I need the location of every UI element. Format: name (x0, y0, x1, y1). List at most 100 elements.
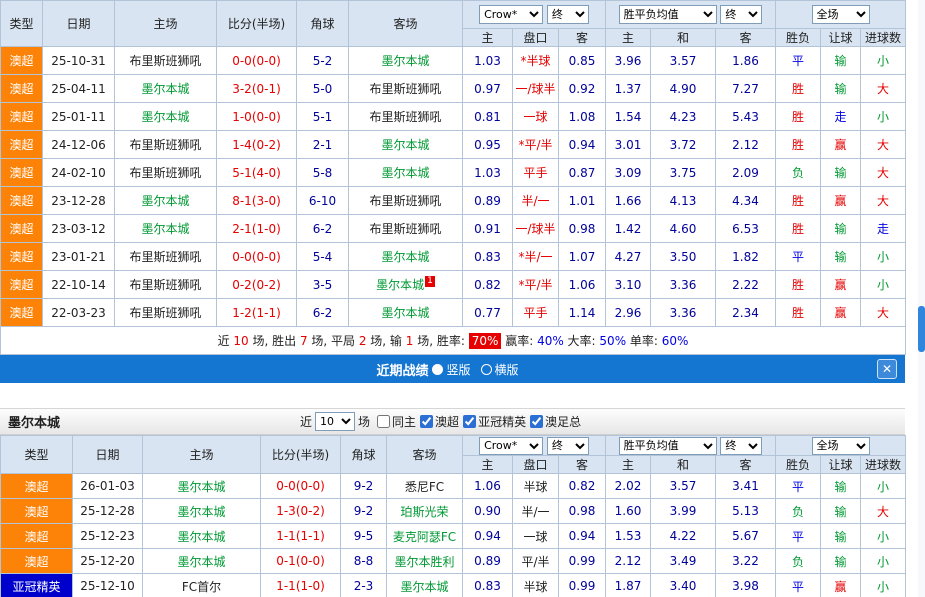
bookmaker-select[interactable]: Crow* (479, 437, 543, 455)
handicap-cell: 一/球半 (513, 75, 559, 103)
filter-checkbox[interactable] (463, 415, 476, 428)
league-badge[interactable]: 澳超 (1, 549, 73, 574)
away-team-link[interactable]: 麦克阿瑟FC (387, 524, 463, 549)
result-goals: 大 (861, 499, 906, 524)
league-badge[interactable]: 澳超 (1, 75, 43, 103)
league-badge[interactable]: 澳超 (1, 187, 43, 215)
filter-option[interactable]: 澳足总 (530, 413, 581, 430)
home-team-link[interactable]: 墨尔本城 (143, 474, 261, 499)
home-team-link[interactable]: 布里斯班狮吼 (115, 131, 217, 159)
scope-select[interactable]: 全场 (812, 437, 870, 455)
league-badge[interactable]: 澳超 (1, 159, 43, 187)
avg-odds-select[interactable]: 胜平负均值 (619, 5, 717, 24)
league-badge[interactable]: 澳超 (1, 215, 43, 243)
home-team-link[interactable]: 布里斯班狮吼 (115, 243, 217, 271)
home-team-link[interactable]: 布里斯班狮吼 (115, 271, 217, 299)
league-badge[interactable]: 亚冠精英 (1, 574, 73, 597)
filter-label: 澳足总 (545, 413, 581, 430)
away-team-link[interactable]: 布里斯班狮吼 (349, 215, 463, 243)
result-goals: 小 (861, 549, 906, 574)
close-icon[interactable]: ✕ (877, 359, 897, 379)
away-team-link[interactable]: 墨尔本城1 (349, 271, 463, 299)
league-badge[interactable]: 澳超 (1, 243, 43, 271)
result-goals: 小 (861, 271, 906, 299)
score-cell: 5-1(4-0) (217, 159, 297, 187)
asian-odds-group: Crow* 终 (463, 1, 606, 29)
away-team-link[interactable]: 珀斯光荣 (387, 499, 463, 524)
col-header-score: 比分(半场) (261, 436, 341, 474)
euro-draw-odds: 4.13 (651, 187, 716, 215)
filter-option[interactable]: 澳超 (420, 413, 459, 430)
filter-label: 亚冠精英 (478, 413, 526, 430)
home-team-link[interactable]: FC首尔 (143, 574, 261, 597)
result-wdl: 胜 (776, 131, 821, 159)
filter-checkbox[interactable] (377, 415, 390, 428)
away-team-link[interactable]: 墨尔本城 (349, 131, 463, 159)
corners-cell: 6-2 (297, 299, 349, 327)
home-team-link[interactable]: 布里斯班狮吼 (115, 299, 217, 327)
away-team-link[interactable]: 悉尼FC (387, 474, 463, 499)
bookmaker-select[interactable]: Crow* (479, 5, 543, 24)
asian-away-odds: 1.01 (559, 187, 606, 215)
away-team-link[interactable]: 墨尔本城 (387, 574, 463, 597)
euro-home-odds: 1.53 (606, 524, 651, 549)
away-team-link[interactable]: 墨尔本城 (349, 243, 463, 271)
league-badge[interactable]: 澳超 (1, 131, 43, 159)
filter-option[interactable]: 亚冠精英 (463, 413, 526, 430)
radio-icon[interactable] (481, 364, 492, 375)
scrollbar-thumb[interactable] (918, 306, 925, 352)
away-team-link[interactable]: 布里斯班狮吼 (349, 103, 463, 131)
result-scope-group: 全场 (776, 1, 906, 29)
avg-time-select[interactable]: 终 (720, 5, 762, 24)
league-badge[interactable]: 澳超 (1, 299, 43, 327)
avg-odds-select[interactable]: 胜平负均值 (619, 437, 717, 455)
euro-draw-odds: 3.49 (651, 549, 716, 574)
league-badge[interactable]: 澳超 (1, 103, 43, 131)
away-team-link[interactable]: 墨尔本城 (349, 299, 463, 327)
layout-radio-selected[interactable]: 竖版 (432, 361, 470, 378)
radio-icon[interactable] (432, 364, 443, 375)
col-header-type: 类型 (1, 1, 43, 47)
subcol-avg-home: 主 (606, 29, 651, 47)
result-goals: 小 (861, 103, 906, 131)
avg-time-select[interactable]: 终 (720, 437, 762, 455)
match-row: 澳超25-01-11墨尔本城1-0(0-0)5-1布里斯班狮吼0.81一球1.0… (1, 103, 906, 131)
league-badge[interactable]: 澳超 (1, 524, 73, 549)
filter-checkbox[interactable] (420, 415, 433, 428)
home-team-link[interactable]: 布里斯班狮吼 (115, 47, 217, 75)
home-team-link[interactable]: 布里斯班狮吼 (115, 159, 217, 187)
home-team-link[interactable]: 墨尔本城 (143, 524, 261, 549)
euro-home-odds: 3.10 (606, 271, 651, 299)
filter-option[interactable]: 同主 (377, 413, 416, 430)
corners-cell: 9-5 (341, 524, 387, 549)
away-team-link[interactable]: 墨尔本胜利 (387, 549, 463, 574)
away-team-link[interactable]: 墨尔本城 (349, 47, 463, 75)
match-count-select[interactable]: 10 (315, 412, 355, 431)
league-badge[interactable]: 澳超 (1, 47, 43, 75)
score-cell: 1-1(1-0) (261, 574, 341, 597)
away-team-link[interactable]: 布里斯班狮吼 (349, 187, 463, 215)
league-badge[interactable]: 澳超 (1, 271, 43, 299)
away-team-link[interactable]: 布里斯班狮吼 (349, 75, 463, 103)
corners-cell: 8-8 (341, 549, 387, 574)
home-team-link[interactable]: 墨尔本城 (143, 549, 261, 574)
asian-home-odds: 0.94 (463, 524, 513, 549)
asian-away-odds: 1.07 (559, 243, 606, 271)
scope-select[interactable]: 全场 (812, 5, 870, 24)
league-badge[interactable]: 澳超 (1, 474, 73, 499)
home-team-link[interactable]: 墨尔本城 (143, 499, 261, 524)
league-badge[interactable]: 澳超 (1, 499, 73, 524)
summary-text: 场, 胜率: (413, 334, 468, 348)
away-team-link[interactable]: 墨尔本城 (349, 159, 463, 187)
odds-time-select[interactable]: 终 (547, 5, 589, 24)
home-team-link[interactable]: 墨尔本城 (115, 103, 217, 131)
filter-checkbox[interactable] (530, 415, 543, 428)
layout-radio-option[interactable]: 横版 (481, 361, 519, 378)
summary-text: 近 (218, 334, 234, 348)
home-team-link[interactable]: 墨尔本城 (115, 75, 217, 103)
odds-time-select[interactable]: 终 (547, 437, 589, 455)
match-row: 澳超23-12-28墨尔本城8-1(3-0)6-10布里斯班狮吼0.89半/一1… (1, 187, 906, 215)
home-team-link[interactable]: 墨尔本城 (115, 215, 217, 243)
home-team-link[interactable]: 墨尔本城 (115, 187, 217, 215)
euro-away-odds: 1.86 (716, 47, 776, 75)
